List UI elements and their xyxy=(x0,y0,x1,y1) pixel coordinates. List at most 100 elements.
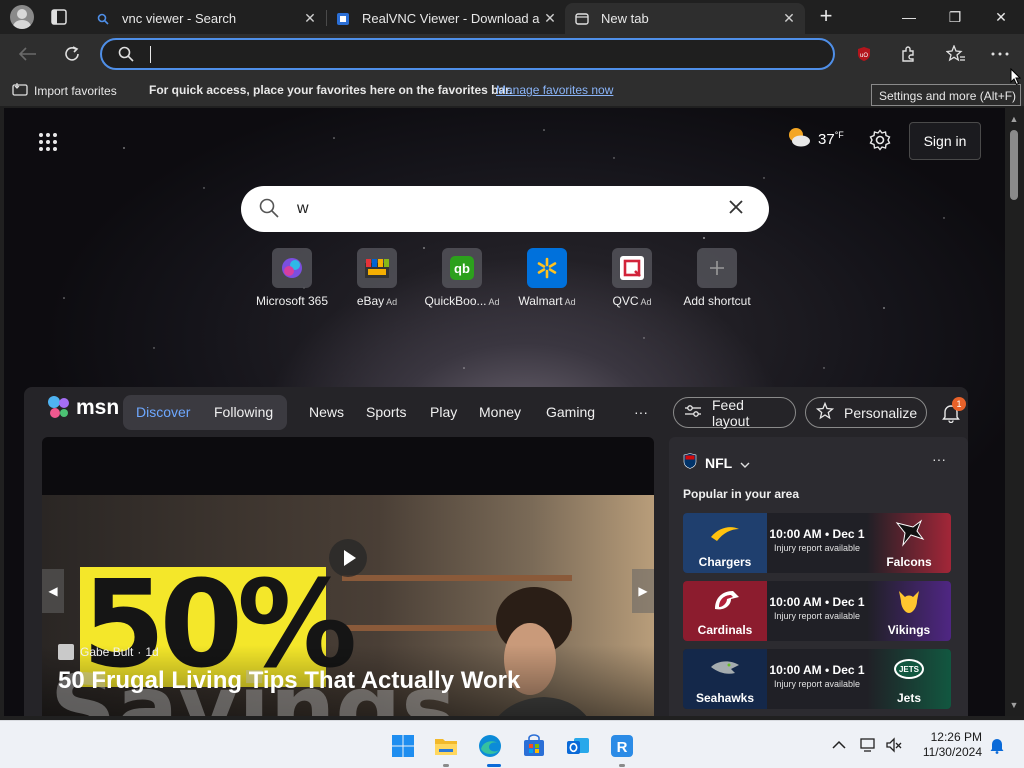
mouse-cursor-icon xyxy=(1010,68,1022,86)
shortcut-microsoft-365[interactable]: Microsoft 365 xyxy=(249,248,335,308)
shortcut-quickbooks[interactable]: qb QuickBoo... Ad xyxy=(419,248,505,308)
file-explorer-icon[interactable] xyxy=(433,733,459,759)
shortcut-walmart[interactable]: Walmart Ad xyxy=(504,248,590,308)
maximize-button[interactable]: ❐ xyxy=(944,6,966,28)
sign-in-button[interactable]: Sign in xyxy=(909,122,981,160)
realvnc-icon xyxy=(336,12,350,26)
running-indicator xyxy=(619,764,625,767)
tab-discover[interactable]: Discover xyxy=(136,404,190,420)
article-headline[interactable]: 50 Frugal Living Tips That Actually Work xyxy=(58,667,520,695)
nfl-shield-icon xyxy=(683,453,697,472)
weather-widget[interactable]: 37°F xyxy=(786,126,844,152)
new-tab-button[interactable]: + xyxy=(815,5,837,28)
game-card[interactable]: Chargers 10:00 AM • Dec 1 Injury report … xyxy=(683,513,951,573)
qvc-icon xyxy=(612,248,652,288)
svg-text:qb: qb xyxy=(454,261,470,276)
feed-layout-button[interactable]: Feed layout xyxy=(673,397,796,429)
tab-following[interactable]: Following xyxy=(214,404,273,420)
search-icon xyxy=(118,46,134,67)
realvnc-viewer-icon[interactable]: R xyxy=(609,733,635,759)
tab-realvnc[interactable]: RealVNC Viewer - Download and ✕ xyxy=(326,3,566,34)
search-input-value[interactable]: w xyxy=(297,200,309,218)
settings-and-more-icon[interactable] xyxy=(988,42,1012,66)
scroll-down-arrow-icon[interactable]: ▼ xyxy=(1009,700,1019,710)
microsoft-store-icon[interactable] xyxy=(521,733,547,759)
game-card[interactable]: Seahawks 10:00 AM • Dec 1 Injury report … xyxy=(683,649,951,709)
nav-news[interactable]: News xyxy=(309,404,344,420)
personalize-button[interactable]: Personalize xyxy=(805,397,927,428)
edge-browser-icon[interactable] xyxy=(477,733,503,759)
close-tab-icon[interactable]: ✕ xyxy=(779,10,799,27)
app-launcher-icon[interactable] xyxy=(38,132,58,152)
tab-title: New tab xyxy=(601,11,649,26)
manage-favorites-link[interactable]: Manage favorites now xyxy=(496,83,613,97)
new-tab-page-icon xyxy=(575,12,589,26)
clock-date: 11/30/2024 xyxy=(922,745,982,759)
walmart-icon xyxy=(527,248,567,288)
home-team: Seahawks xyxy=(683,649,767,709)
refresh-icon[interactable] xyxy=(60,42,84,66)
system-clock[interactable]: 12:26 PM 11/30/2024 xyxy=(916,730,982,760)
game-card[interactable]: Cardinals 10:00 AM • Dec 1 Injury report… xyxy=(683,581,951,641)
nav-more-button[interactable]: ··· xyxy=(634,404,648,420)
running-indicator xyxy=(443,764,449,767)
nav-gaming[interactable]: Gaming xyxy=(546,404,595,420)
shortcut-qvc[interactable]: QVC Ad xyxy=(589,248,675,308)
clear-search-icon[interactable] xyxy=(727,198,747,218)
extensions-icon[interactable] xyxy=(896,42,920,66)
quickbooks-icon: qb xyxy=(442,248,482,288)
page-scrollbar[interactable]: ▲ ▼ xyxy=(1005,108,1024,716)
close-window-button[interactable]: ✕ xyxy=(990,6,1012,28)
add-shortcut-button[interactable]: Add shortcut xyxy=(674,248,760,308)
network-monitor-icon[interactable] xyxy=(860,736,878,754)
import-favorites-button[interactable]: Import favorites xyxy=(12,82,117,99)
clock-time: 12:26 PM xyxy=(930,730,982,744)
nav-sports[interactable]: Sports xyxy=(366,404,406,420)
address-input[interactable] xyxy=(152,44,812,64)
minimize-button[interactable]: — xyxy=(898,6,920,28)
nav-play[interactable]: Play xyxy=(430,404,457,420)
nfl-widget-header[interactable]: NFL xyxy=(683,453,750,472)
import-icon xyxy=(12,82,28,99)
carousel-next-button[interactable]: ▶ xyxy=(632,569,654,613)
shortcut-ebay[interactable]: eBay Ad xyxy=(334,248,420,308)
volume-muted-icon[interactable] xyxy=(885,736,903,754)
seahawks-logo-icon xyxy=(711,661,739,674)
web-search-box[interactable]: w xyxy=(241,186,769,232)
home-team: Chargers xyxy=(683,513,767,573)
page-settings-gear-icon[interactable] xyxy=(869,129,893,153)
hero-article-card[interactable]: 50% Savings ◀ ▶ Gabe Bult · 1d 50 Frugal… xyxy=(42,437,654,716)
scroll-up-arrow-icon[interactable]: ▲ xyxy=(1009,114,1019,124)
sliders-icon xyxy=(684,404,702,421)
author-avatar xyxy=(58,644,74,660)
msn-logo[interactable]: msn xyxy=(46,395,119,421)
back-arrow-icon[interactable] xyxy=(16,42,40,66)
show-hidden-icons-chevron-icon[interactable] xyxy=(830,736,848,754)
svg-text:uO: uO xyxy=(860,53,868,59)
tab-title: vnc viewer - Search xyxy=(122,11,237,26)
close-tab-icon[interactable]: ✕ xyxy=(540,10,560,27)
ublock-extension-icon[interactable]: uO xyxy=(852,42,876,66)
notification-bell-icon[interactable] xyxy=(988,736,1006,754)
msn-feed: msn Discover Following News Sports Play … xyxy=(24,387,968,716)
tab-actions-icon[interactable] xyxy=(50,8,68,26)
outlook-new-icon[interactable] xyxy=(565,733,591,759)
nav-money[interactable]: Money xyxy=(479,404,521,420)
windows-start-icon[interactable] xyxy=(390,733,416,759)
tab-vnc-search[interactable]: vnc viewer - Search ✕ xyxy=(86,3,326,34)
address-bar[interactable] xyxy=(100,38,835,70)
nfl-more-button[interactable]: ··· xyxy=(932,451,946,467)
text-caret xyxy=(150,46,151,63)
tab-new-tab[interactable]: New tab ✕ xyxy=(565,3,805,34)
search-icon xyxy=(96,12,110,26)
carousel-prev-button[interactable]: ◀ xyxy=(42,569,64,613)
profile-avatar-icon[interactable] xyxy=(10,5,34,29)
svg-text:R: R xyxy=(617,739,628,756)
game-info: 10:00 AM • Dec 1 Injury report available xyxy=(769,527,865,553)
scrollbar-thumb[interactable] xyxy=(1010,130,1018,200)
play-video-button[interactable] xyxy=(329,539,367,577)
nfl-widget: NFL ··· Popular in your area Chargers 10… xyxy=(669,437,968,716)
favorites-star-icon[interactable] xyxy=(944,42,968,66)
search-icon xyxy=(259,198,281,220)
close-tab-icon[interactable]: ✕ xyxy=(300,10,320,27)
